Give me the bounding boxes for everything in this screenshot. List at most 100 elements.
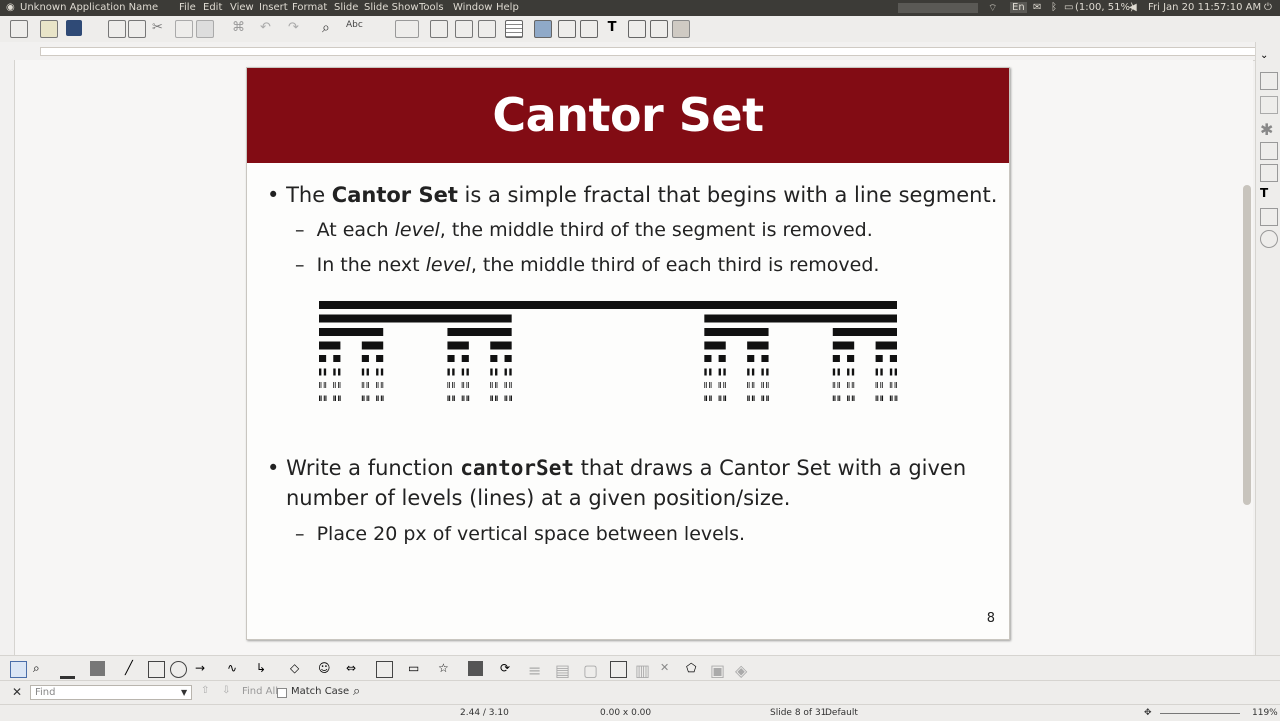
select-icon[interactable] (10, 661, 27, 678)
spelling-icon[interactable]: Abc (346, 20, 363, 36)
stars-icon[interactable]: ☆ (438, 661, 453, 676)
flowchart-icon[interactable] (376, 661, 393, 678)
image-icon[interactable] (534, 20, 552, 38)
gallery-icon[interactable] (1260, 208, 1278, 226)
clock[interactable]: Fri Jan 20 11:57:10 AM (1148, 2, 1261, 13)
power-icon[interactable]: ⏻ (1264, 2, 1272, 13)
points-icon[interactable]: ⬠ (686, 661, 701, 676)
horizontal-ruler[interactable] (0, 42, 1280, 61)
filter-icon[interactable]: ▥ (635, 661, 650, 680)
sub-bullet-2[interactable]: – In the next level, the middle third of… (295, 254, 879, 276)
close-icon[interactable]: ✕ (12, 685, 22, 699)
keyboard-indicator[interactable]: En (1010, 2, 1027, 13)
menu-insert[interactable]: Insert (259, 2, 288, 13)
export-pdf-icon[interactable] (108, 20, 126, 38)
find-replace-icon[interactable]: ⌕ (353, 684, 360, 699)
3d-objects-icon[interactable] (468, 661, 483, 676)
fit-slide-icon[interactable]: ✥ (1144, 708, 1152, 718)
grid-icon[interactable] (672, 20, 690, 38)
volume-icon[interactable]: ◀ (1129, 2, 1137, 13)
shadow-icon[interactable]: ▢ (583, 661, 598, 680)
print-icon[interactable] (128, 20, 146, 38)
bullet-1[interactable]: • The Cantor Set is a simple fractal tha… (267, 183, 997, 207)
display-views-icon[interactable] (395, 20, 419, 38)
menu-tools[interactable]: Tools (419, 2, 444, 13)
find-replace-icon[interactable]: ⌕ (322, 20, 338, 36)
copy-icon[interactable] (175, 20, 193, 38)
slide-transition-icon[interactable] (1260, 96, 1278, 114)
table-icon[interactable] (505, 20, 523, 38)
master-slide-icon[interactable] (430, 20, 448, 38)
undo-icon[interactable]: ↶ (260, 20, 276, 36)
extrusion-icon[interactable]: ◈ (735, 661, 750, 680)
animation-icon[interactable]: ✱ (1260, 120, 1276, 139)
slide[interactable]: Cantor Set • The Cantor Set is a simple … (246, 67, 1010, 640)
menu-format[interactable]: Format (292, 2, 327, 13)
open-icon[interactable] (40, 20, 58, 38)
sub-bullet-1[interactable]: – At each level, the middle third of the… (295, 219, 873, 241)
arrow-line-icon[interactable]: → (195, 661, 210, 676)
find-dropdown-icon[interactable]: ▼ (181, 688, 187, 697)
zoom-slider[interactable] (1160, 713, 1240, 714)
find-all-button[interactable]: Find All (242, 686, 278, 697)
menu-slide[interactable]: Slide (334, 2, 358, 13)
find-next-icon[interactable]: ⇩ (222, 685, 230, 696)
new-slide-icon[interactable] (478, 20, 496, 38)
curve-icon[interactable]: ∿ (227, 661, 242, 676)
battery-icon[interactable]: ▭ (1064, 2, 1073, 13)
styles-icon[interactable] (1260, 164, 1278, 182)
rotate-icon[interactable]: ⟳ (500, 661, 515, 676)
menu-edit[interactable]: Edit (203, 2, 222, 13)
match-case-checkbox[interactable] (277, 688, 287, 698)
paste-icon[interactable] (196, 20, 214, 38)
bullet-2-line2[interactable]: number of levels (lines) at a given posi… (286, 486, 790, 510)
menu-help[interactable]: Help (496, 2, 519, 13)
sub-bullet-3[interactable]: – Place 20 px of vertical space between … (295, 523, 745, 545)
text-box-icon[interactable]: T (604, 20, 620, 36)
slide-title[interactable]: Cantor Set (247, 88, 1009, 142)
properties-icon[interactable] (1260, 72, 1278, 90)
cut-icon[interactable]: ✂ (152, 20, 168, 36)
menu-window[interactable]: Window (453, 2, 492, 13)
menu-slide-show[interactable]: Slide Show (364, 2, 419, 13)
slide-layout-icon[interactable] (455, 20, 473, 38)
text-icon[interactable]: T (1260, 186, 1276, 202)
sidebar-menu-icon[interactable]: ⌄ (1260, 50, 1276, 66)
vertical-scrollbar[interactable] (1243, 185, 1251, 505)
basic-shapes-icon[interactable]: ◇ (290, 661, 305, 676)
bluetooth-icon[interactable]: ᛒ (1051, 2, 1057, 13)
cantor-set-figure[interactable] (319, 301, 899, 401)
menu-file[interactable]: File (179, 2, 196, 13)
line-icon[interactable]: ╱ (125, 661, 140, 676)
fontwork-icon[interactable] (650, 20, 668, 38)
mail-icon[interactable]: ✉ (1033, 2, 1041, 13)
master-slides-icon[interactable] (1260, 142, 1278, 160)
movie-icon[interactable] (580, 20, 598, 38)
clone-formatting-icon[interactable]: ⌘ (232, 20, 248, 36)
arrange-icon[interactable]: ▤ (555, 661, 570, 680)
callouts-icon[interactable]: ▭ (408, 661, 423, 676)
rectangle-icon[interactable] (148, 661, 165, 678)
redo-icon[interactable]: ↷ (288, 20, 304, 36)
transformations-icon[interactable]: ✕ (660, 661, 675, 676)
crop-icon[interactable] (610, 661, 627, 678)
save-icon[interactable] (66, 20, 82, 36)
fill-color-icon[interactable] (90, 661, 105, 676)
line-color-icon[interactable] (60, 661, 75, 679)
find-input[interactable]: Find (30, 685, 192, 700)
vertical-ruler[interactable] (0, 60, 15, 655)
symbol-shapes-icon[interactable]: ☺ (318, 661, 333, 676)
bullet-2[interactable]: • Write a function cantorSet that draws … (267, 456, 966, 480)
menu-view[interactable]: View (230, 2, 254, 13)
chart-icon[interactable] (558, 20, 576, 38)
block-arrows-icon[interactable]: ⇔ (346, 661, 361, 676)
special-character-icon[interactable] (628, 20, 646, 38)
navigator-icon[interactable] (1260, 230, 1278, 248)
align-icon[interactable]: ≡ (528, 661, 543, 680)
ellipse-icon[interactable] (170, 661, 187, 678)
glue-icon[interactable]: ▣ (710, 661, 725, 680)
new-document-icon[interactable] (10, 20, 28, 38)
zoom-icon[interactable]: ⌕ (33, 661, 48, 676)
find-previous-icon[interactable]: ⇧ (201, 685, 209, 696)
connector-icon[interactable]: ↳ (256, 661, 271, 676)
